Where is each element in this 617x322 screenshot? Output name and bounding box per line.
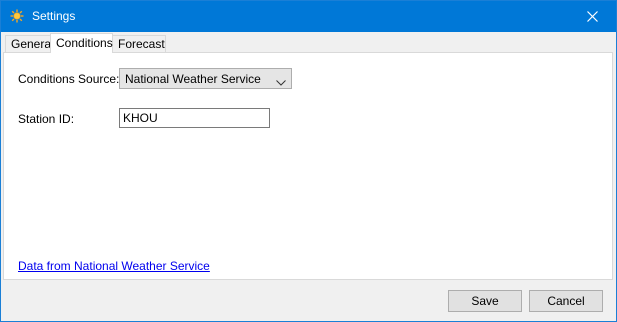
chevron-down-icon xyxy=(276,75,286,89)
tab-general[interactable]: General xyxy=(5,35,54,52)
title-bar: Settings xyxy=(1,1,616,32)
tab-forecast[interactable]: Forecast xyxy=(112,35,166,52)
conditions-panel: Conditions Source: National Weather Serv… xyxy=(3,52,613,280)
tab-conditions[interactable]: Conditions xyxy=(50,33,113,53)
settings-window: Settings General Conditions Forecast Con… xyxy=(0,0,617,322)
save-button[interactable]: Save xyxy=(448,290,522,312)
nws-data-link[interactable]: Data from National Weather Service xyxy=(18,259,210,273)
cancel-button[interactable]: Cancel xyxy=(529,290,603,312)
window-title: Settings xyxy=(32,9,76,23)
conditions-source-label: Conditions Source: xyxy=(18,72,120,86)
conditions-source-value: National Weather Service xyxy=(125,72,261,86)
station-id-input[interactable] xyxy=(119,108,270,128)
conditions-source-select[interactable]: National Weather Service xyxy=(119,68,292,89)
close-button[interactable] xyxy=(570,1,616,32)
sun-icon xyxy=(10,9,24,23)
station-id-label: Station ID: xyxy=(18,112,75,126)
close-icon xyxy=(587,11,598,22)
